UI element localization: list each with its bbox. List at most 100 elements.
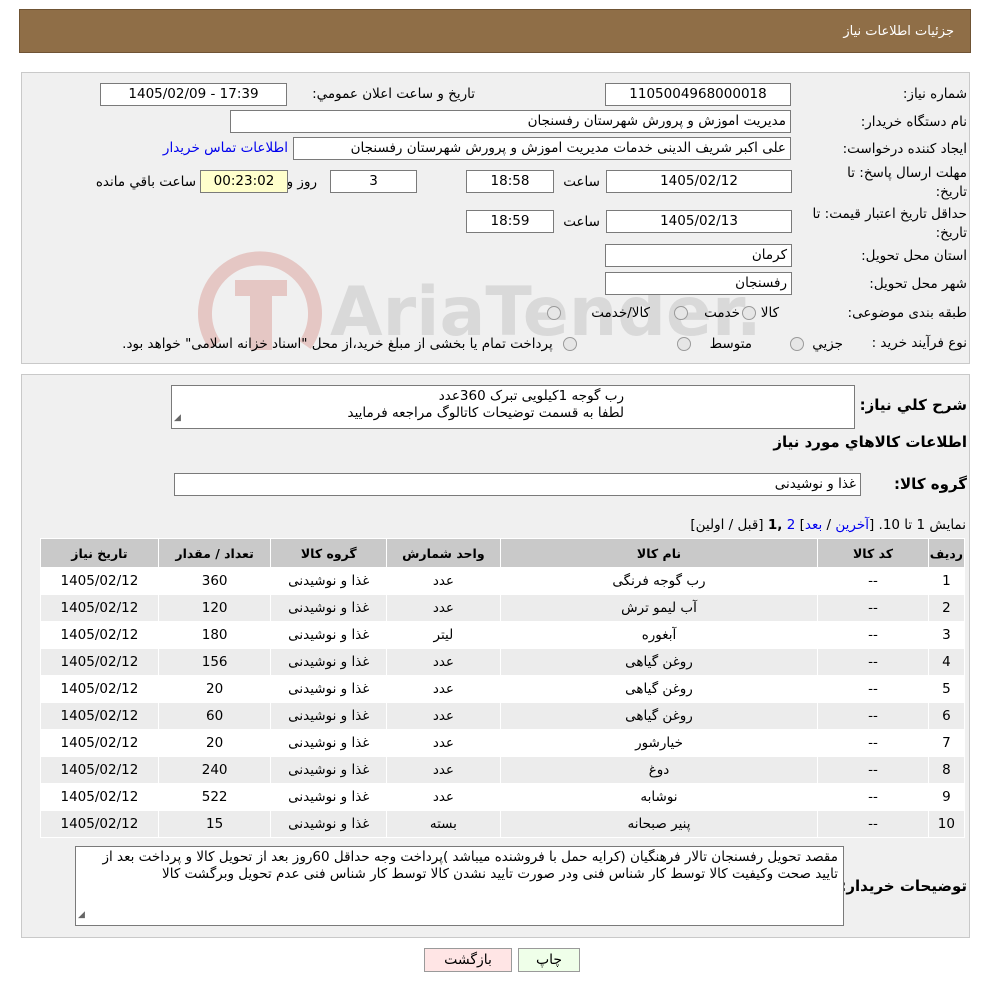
goods-table: رديف کد کالا نام کالا واحد شمارش گروه کا… [40,538,966,838]
radio-medium[interactable] [677,337,692,351]
cell-row-number: 1 [927,567,966,595]
process-option-minor[interactable]: جزيي [789,336,843,352]
category-option-goods-service[interactable]: کالا/خدمت [546,305,650,321]
days-field: 3 [330,170,417,193]
buyer-notes-label: توضيحات خريدار: [840,877,967,895]
announce-label: تاریخ و ساعت اعلان عمومي: [312,86,475,102]
cell-unit: عدد [386,702,501,730]
cell-quantity: 120 [157,594,272,622]
cell-need-date: 1405/02/12 [40,621,159,649]
cell-row-number: 8 [927,756,966,784]
cell-unit: عدد [386,567,501,595]
buyer-notes-textarea[interactable]: مقصد تحویل رفسنجان تالار فرهنگیان (کرایه… [75,846,844,926]
cell-row-number: 2 [927,594,966,622]
cell-item-name: دوغ [499,756,819,784]
cell-group: غذا و نوشیدنی [270,783,388,811]
pagination-last-link[interactable]: آخرين [835,517,869,533]
cell-quantity: 522 [157,783,272,811]
cell-need-date: 1405/02/12 [40,729,159,757]
col-row-header: رديف [927,538,966,568]
radio-goods[interactable] [742,306,757,320]
radio-goods-service[interactable] [546,306,561,320]
cell-item-name: نوشابه [499,783,819,811]
cell-unit: لیتر [386,621,501,649]
cell-item-name: پنیر صبحانه [499,810,819,838]
radio-treasury[interactable] [563,337,577,351]
cell-group: غذا و نوشیدنی [270,756,388,784]
cell-item-code: -- [817,756,929,784]
city-label: شهر محل تحويل: [869,276,967,292]
cell-unit: عدد [386,783,501,811]
category-option-service[interactable]: خدمت [673,305,740,321]
cell-row-number: 5 [927,675,966,703]
pagination-page-2-link[interactable]: 2 [787,517,796,533]
validity-label: حداقل تاريخ اعتبار قيمت: تا [812,206,967,222]
resize-grip-icon[interactable]: ◢ [78,907,85,924]
cell-item-name: خیارشور [499,729,819,757]
validity-time-label: ساعت [563,214,600,230]
remaining-label: ساعت باقي مانده [95,174,196,190]
cell-unit: بسته [386,810,501,838]
deadline-time-label: ساعت [563,174,600,190]
buyer-notes-text: مقصد تحویل رفسنجان تالار فرهنگیان (کرایه… [102,849,838,882]
goods-table-body: 1 -- رب گوجه فرنگی عدد غذا و نوشیدنی 360 1405/… [40,567,966,838]
col-group-header: گروه کالا [270,538,388,568]
cell-group: غذا و نوشیدنی [270,810,388,838]
table-row: 6 -- روغن گیاهی عدد غذا و نوشیدنی 60 1405/02/1… [40,702,966,730]
cell-quantity: 240 [157,756,272,784]
cell-group: غذا و نوشیدنی [270,729,388,757]
table-row: 9 -- نوشابه عدد غذا و نوشیدنی 522 1405/02/12 [40,783,966,811]
radio-minor[interactable] [789,337,804,351]
category-option-goods[interactable]: کالا [742,305,779,321]
process-option-medium[interactable]: متوسط [677,336,752,352]
requester-label: ايجاد کننده درخواست: [842,141,967,157]
process-type-label: نوع فرآيند خريد : [871,335,967,351]
back-button[interactable]: بازگشت [424,948,512,972]
cell-need-date: 1405/02/12 [40,594,159,622]
cell-item-name: روغن گیاهی [499,702,819,730]
cell-item-code: -- [817,702,929,730]
cell-item-code: -- [817,648,929,676]
cell-group: غذا و نوشیدنی [270,675,388,703]
cell-item-name: رب گوجه فرنگی [499,567,819,595]
cell-need-date: 1405/02/12 [40,810,159,838]
table-header-row: رديف کد کالا نام کالا واحد شمارش گروه کا… [40,538,966,568]
cell-item-code: -- [817,810,929,838]
cell-quantity: 20 [157,675,272,703]
print-button[interactable]: چاپ [518,948,580,972]
table-row: 5 -- روغن گیاهی عدد غذا و نوشیدنی 20 1405/02/1… [40,675,966,703]
cell-item-code: -- [817,675,929,703]
page-title: جزئیات اطلاعات نیاز [843,24,954,39]
page-header: جزئیات اطلاعات نیاز [19,9,971,53]
col-name-header: نام کالا [499,538,819,568]
cell-item-code: -- [817,621,929,649]
cell-need-date: 1405/02/12 [40,783,159,811]
summary-label: شرح کلي نياز: [859,396,967,414]
cell-group: غذا و نوشیدنی [270,594,388,622]
process-note: پرداخت تمام يا بخشی از مبلغ خريد،از محل … [122,336,577,352]
cell-group: غذا و نوشیدنی [270,702,388,730]
cell-item-name: روغن گیاهی [499,675,819,703]
goods-group-label: گروه کالا: [894,475,967,493]
resize-grip-icon[interactable]: ◢ [174,410,181,427]
cell-row-number: 6 [927,702,966,730]
cell-need-date: 1405/02/12 [40,702,159,730]
cell-quantity: 156 [157,648,272,676]
cell-unit: عدد [386,729,501,757]
deadline-date-field: 1405/02/12 [606,170,792,193]
col-unit-header: واحد شمارش [386,538,501,568]
contact-buyer-link[interactable]: اطلاعات تماس خريدار [163,140,288,156]
deadline-time-field: 18:58 [466,170,554,193]
cell-group: غذا و نوشیدنی [270,567,388,595]
summary-textarea[interactable]: رب گوجه 1کیلویی تبرک 360عدد لطفا به قسمت… [171,385,855,429]
pagination-next-link[interactable]: بعد [805,517,822,533]
goods-group-field: غذا و نوشیدنی [174,473,861,496]
cell-quantity: 360 [157,567,272,595]
radio-service[interactable] [673,306,688,320]
cell-quantity: 15 [157,810,272,838]
need-number-label: شماره نیاز: [902,86,967,102]
cell-unit: عدد [386,594,501,622]
category-label: طبقه بندی موضوعی: [847,305,967,321]
cell-need-date: 1405/02/12 [40,567,159,595]
cell-row-number: 4 [927,648,966,676]
